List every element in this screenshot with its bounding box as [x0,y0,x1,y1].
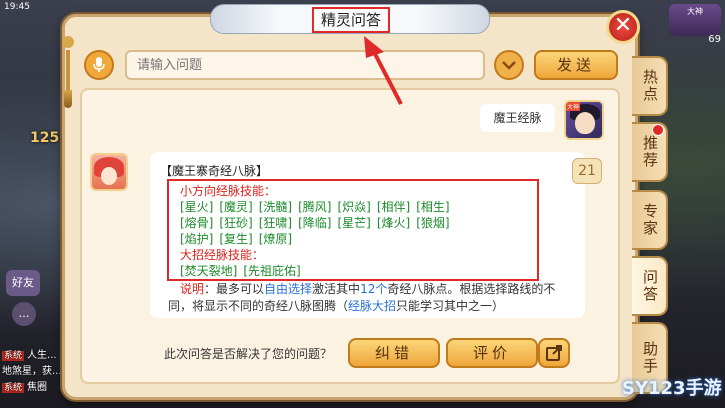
watermark-logo: SY123手游 [622,378,722,399]
annotation-arrow [364,36,403,105]
